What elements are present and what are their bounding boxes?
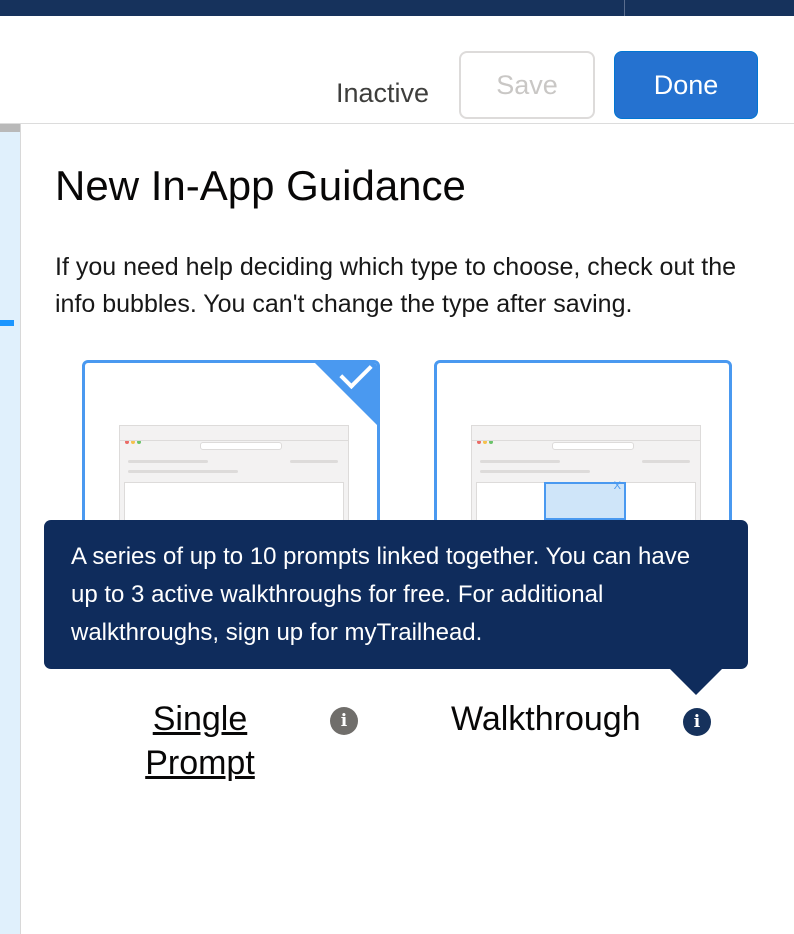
info-icon[interactable]: i bbox=[330, 707, 358, 735]
preview-line bbox=[128, 460, 208, 463]
page-header: Inactive Save Done bbox=[0, 16, 794, 124]
status-label: Inactive bbox=[336, 78, 430, 108]
preview-search-bar bbox=[552, 442, 634, 450]
preview-line bbox=[128, 470, 238, 473]
info-icon[interactable]: i bbox=[683, 708, 711, 736]
walkthrough-card[interactable]: X bbox=[434, 360, 732, 530]
walkthrough-label[interactable]: Walkthrough bbox=[451, 697, 641, 741]
guidance-type-panel: New In-App Guidance If you need help dec… bbox=[21, 124, 794, 934]
single-prompt-card[interactable] bbox=[82, 360, 380, 530]
tooltip-pointer bbox=[670, 669, 722, 695]
topbar-divider bbox=[624, 0, 625, 16]
close-icon: X bbox=[613, 480, 621, 492]
preview-search-bar bbox=[200, 442, 282, 450]
preview-walkthrough-popup: X bbox=[544, 480, 626, 520]
done-button[interactable]: Done bbox=[614, 51, 758, 119]
single-prompt-label[interactable]: Single Prompt bbox=[131, 697, 269, 785]
preview-line bbox=[642, 460, 690, 463]
panel-shadow bbox=[0, 124, 20, 132]
preview-line bbox=[290, 460, 338, 463]
type-description: If you need help deciding which type to … bbox=[55, 253, 737, 318]
page-title: New In-App Guidance bbox=[55, 162, 466, 209]
save-button[interactable]: Save bbox=[459, 51, 595, 119]
preview-header-line bbox=[472, 440, 700, 441]
walkthrough-info-tooltip: A series of up to 10 prompts linked toge… bbox=[44, 520, 748, 695]
preview-header-line bbox=[120, 440, 348, 441]
top-navigation-bar bbox=[0, 0, 794, 16]
single-prompt-preview-image bbox=[119, 425, 349, 527]
preview-line bbox=[480, 470, 590, 473]
preview-line bbox=[480, 460, 560, 463]
panel-scroll-indicator[interactable] bbox=[0, 320, 14, 326]
walkthrough-preview-image: X bbox=[471, 425, 701, 527]
tooltip-text: A series of up to 10 prompts linked toge… bbox=[71, 543, 691, 646]
left-side-panel bbox=[0, 124, 21, 934]
